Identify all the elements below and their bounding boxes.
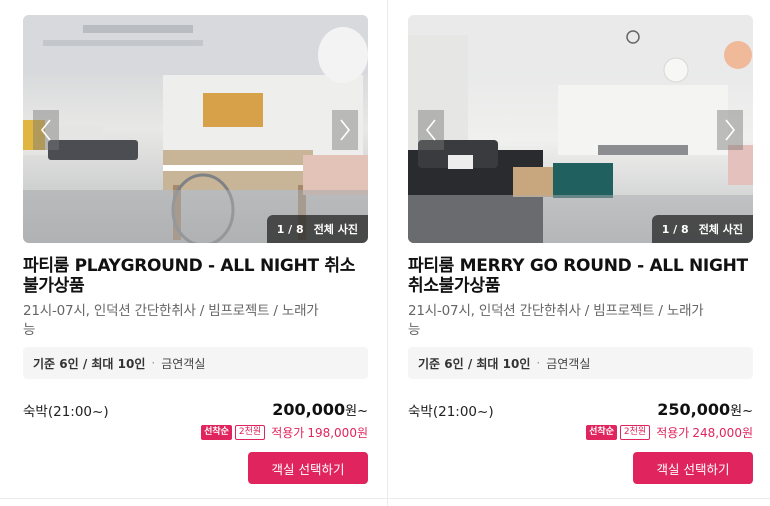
price-value: 200,000 xyxy=(272,400,346,419)
card-divider xyxy=(387,0,388,506)
room-info-box: 기준 6인 / 최대 10인 · 금연객실 xyxy=(408,347,753,379)
capacity-text: 기준 6인 / 최대 10인 xyxy=(418,356,531,371)
first-come-badge: 선착순 xyxy=(201,425,232,440)
photo-index: 1 / 8 xyxy=(661,222,689,236)
room-info-box: 기준 6인 / 최대 10인 · 금연객실 xyxy=(23,347,368,379)
stay-label: 숙박(21:00~) xyxy=(23,404,109,420)
chevron-right-icon xyxy=(340,119,351,141)
photo-all-label: 전체 사진 xyxy=(698,223,743,236)
chevron-right-icon xyxy=(725,119,736,141)
photo-index: 1 / 8 xyxy=(276,222,304,236)
no-smoking-text: 금연객실 xyxy=(161,356,206,371)
photo-counter[interactable]: 1 / 8 전체 사진 xyxy=(266,215,368,243)
room-title-line2: 취소불가상품 xyxy=(408,276,501,296)
room-description: 21시-07시, 인덕션 간단한취사 / 빔프로젝트 / 노래가 능 xyxy=(23,302,368,340)
coupon-amount-badge: 2천원 xyxy=(619,425,651,440)
room-description-line2: 능 xyxy=(23,322,36,338)
next-photo-button[interactable] xyxy=(717,110,743,150)
chevron-left-icon xyxy=(40,119,51,141)
room-description-line2: 능 xyxy=(408,322,421,338)
room-photo-image xyxy=(23,15,368,243)
select-room-button[interactable]: 객실 선택하기 xyxy=(248,452,368,484)
stay-label: 숙박(21:00~) xyxy=(408,404,494,420)
discount-price: 248,000원 xyxy=(692,426,753,440)
first-come-badge: 선착순 xyxy=(586,425,617,440)
coupon-amount-badge: 2천원 xyxy=(234,425,266,440)
room-photo[interactable]: 1 / 8 전체 사진 xyxy=(23,15,368,243)
room-description: 21시-07시, 인덕션 간단한취사 / 빔프로젝트 / 노래가 능 xyxy=(408,302,753,340)
photo-counter[interactable]: 1 / 8 전체 사진 xyxy=(651,215,753,243)
no-smoking-text: 금연객실 xyxy=(546,356,591,371)
discount-row: 선착순 2천원 적용가 198,000원 xyxy=(201,424,368,441)
select-room-button[interactable]: 객실 선택하기 xyxy=(633,452,753,484)
next-photo-button[interactable] xyxy=(332,110,358,150)
price-unit: 원~ xyxy=(730,404,753,419)
photo-all-label: 전체 사진 xyxy=(313,223,358,236)
room-title: 파티룸 MERRY GO ROUND - ALL NIGHT 취소불가상품 xyxy=(408,256,753,296)
info-separator: · xyxy=(151,356,156,370)
capacity-text: 기준 6인 / 최대 10인 xyxy=(33,356,146,371)
room-card-merry-go-round: 1 / 8 전체 사진 파티룸 MERRY GO ROUND - ALL NIG… xyxy=(408,0,753,506)
room-photo-image xyxy=(408,15,753,243)
room-card-playground: 1 / 8 전체 사진 파티룸 PLAYGROUND - ALL NIGHT 취… xyxy=(23,0,368,506)
room-description-line1: 21시-07시, 인덕션 간단한취사 / 빔프로젝트 / 노래가 xyxy=(23,303,319,319)
discount-label: 적용가 xyxy=(271,426,305,440)
room-price: 200,000원~ xyxy=(272,400,368,419)
discount-label: 적용가 xyxy=(656,426,690,440)
room-title-line2: 불가상품 xyxy=(23,276,85,296)
room-title: 파티룸 PLAYGROUND - ALL NIGHT 취소 불가상품 xyxy=(23,256,368,296)
room-photo[interactable]: 1 / 8 전체 사진 xyxy=(408,15,753,243)
price-unit: 원~ xyxy=(345,404,368,419)
room-price: 250,000원~ xyxy=(657,400,753,419)
info-separator: · xyxy=(536,356,541,370)
room-title-line1: 파티룸 PLAYGROUND - ALL NIGHT 취소 xyxy=(23,256,356,276)
price-value: 250,000 xyxy=(657,400,731,419)
chevron-left-icon xyxy=(425,119,436,141)
room-title-line1: 파티룸 MERRY GO ROUND - ALL NIGHT xyxy=(408,256,748,276)
discount-price: 198,000원 xyxy=(307,426,368,440)
prev-photo-button[interactable] xyxy=(33,110,59,150)
discount-row: 선착순 2천원 적용가 248,000원 xyxy=(586,424,753,441)
room-description-line1: 21시-07시, 인덕션 간단한취사 / 빔프로젝트 / 노래가 xyxy=(408,303,704,319)
prev-photo-button[interactable] xyxy=(418,110,444,150)
